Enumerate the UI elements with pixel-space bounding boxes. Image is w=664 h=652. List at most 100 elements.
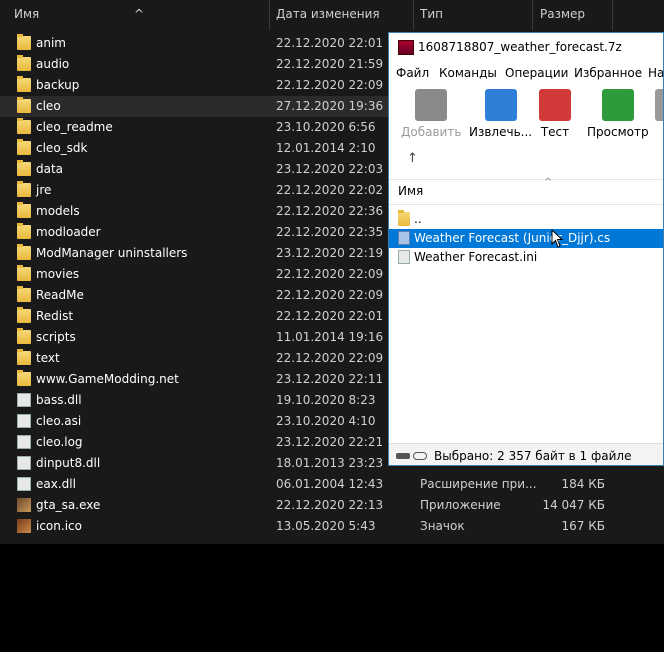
- menu-file[interactable]: Файл: [396, 66, 429, 80]
- file-date: 22.12.2020 22:35: [276, 225, 384, 239]
- file-size: 167 КБ: [561, 519, 605, 533]
- toolbar-button[interactable]: У: [655, 89, 663, 139]
- archive-column-header[interactable]: ^ Имя: [389, 177, 663, 205]
- folder-icon: [17, 139, 31, 155]
- list-item[interactable]: ..: [389, 210, 663, 229]
- menu-more[interactable]: На: [648, 66, 663, 80]
- column-separator[interactable]: [269, 0, 270, 30]
- file-name: cleo: [36, 99, 61, 113]
- title-bar[interactable]: 1608718807_weather_forecast.7z: [389, 33, 663, 61]
- file-date: 06.01.2004 12:43: [276, 477, 384, 491]
- file-name: backup: [36, 78, 80, 92]
- column-separator[interactable]: [532, 0, 533, 30]
- toolbar-button[interactable]: Извлечь...: [469, 89, 532, 139]
- list-item[interactable]: Weather Forecast.ini: [389, 248, 663, 267]
- folder-icon: [17, 118, 31, 134]
- drive-icon: [396, 453, 410, 459]
- file-name: Redist: [36, 309, 74, 323]
- file-name: audio: [36, 57, 70, 71]
- file-name: www.GameModding.net: [36, 372, 179, 386]
- file-date: 22.12.2020 22:09: [276, 78, 384, 92]
- file-type: Расширение при...: [420, 477, 537, 491]
- item-name: Weather Forecast.ini: [414, 250, 538, 264]
- folder-icon: [17, 97, 31, 113]
- archive-column-name[interactable]: Имя: [398, 184, 423, 198]
- toolbar-label: У: [655, 125, 663, 139]
- toolbar-button[interactable]: Просмотр: [587, 89, 649, 139]
- file-name: gta_sa.exe: [36, 498, 101, 512]
- file-date: 23.10.2020 4:10: [276, 414, 376, 428]
- toolbar-button[interactable]: Тест: [539, 89, 571, 139]
- folder-icon: [17, 160, 31, 176]
- folder-icon: [17, 265, 31, 281]
- file-date: 22.12.2020 22:13: [276, 498, 384, 512]
- file-date: 23.12.2020 22:19: [276, 246, 384, 260]
- file-size: 184 КБ: [561, 477, 605, 491]
- folder-icon: [17, 307, 31, 323]
- file-date: 22.12.2020 22:01: [276, 309, 384, 323]
- file-date: 22.12.2020 22:02: [276, 183, 384, 197]
- file-name: bass.dll: [36, 393, 82, 407]
- up-arrow-icon[interactable]: ↑: [407, 151, 418, 166]
- file-name: anim: [36, 36, 66, 50]
- file-date: 23.10.2020 6:56: [276, 120, 376, 134]
- list-item[interactable]: Weather Forecast (Junior_Djjr).cs: [389, 229, 663, 248]
- ico-file-icon: [17, 519, 31, 533]
- table-row[interactable]: eax.dll 06.01.2004 12:43 Расширение при...…: [0, 474, 664, 495]
- column-date[interactable]: Дата изменения: [276, 7, 380, 21]
- item-name: ..: [414, 212, 422, 226]
- file-name: eax.dll: [36, 477, 76, 491]
- file-name: cleo_sdk: [36, 141, 88, 155]
- menu-favorites[interactable]: Избранное: [574, 66, 642, 80]
- column-separator[interactable]: [612, 0, 613, 30]
- folder-icon: [17, 34, 31, 50]
- extract-icon: [484, 89, 517, 121]
- folder-icon: [17, 76, 31, 92]
- sort-caret-icon: ^: [544, 177, 553, 188]
- folder-icon: [17, 286, 31, 302]
- file-type: Приложение: [420, 498, 501, 512]
- file-date: 11.01.2014 19:16: [276, 330, 384, 344]
- folder-icon: [17, 349, 31, 365]
- file-name: icon.ico: [36, 519, 82, 533]
- item-name: Weather Forecast (Junior_Djjr).cs: [414, 231, 611, 245]
- table-row[interactable]: gta_sa.exe 22.12.2020 22:13 Приложение 14 0…: [0, 495, 664, 516]
- file-name: cleo.asi: [36, 414, 82, 428]
- archive-window[interactable]: 1608718807_weather_forecast.7z Файл Кома…: [388, 32, 664, 466]
- menu-operations[interactable]: Операции: [505, 66, 568, 80]
- delete-icon: [655, 89, 663, 121]
- folder-icon: [17, 244, 31, 260]
- file-date: 22.12.2020 22:09: [276, 267, 384, 281]
- menu-commands[interactable]: Команды: [439, 66, 497, 80]
- file-date: 12.01.2014 2:10: [276, 141, 376, 155]
- column-separator[interactable]: [413, 0, 414, 30]
- file-date: 23.12.2020 22:21: [276, 435, 384, 449]
- column-header: ^ Имя Дата изменения Тип Размер: [0, 0, 664, 30]
- file-name: scripts: [36, 330, 76, 344]
- asi-file-icon: [17, 414, 31, 428]
- toolbar: Добавить Извлечь... Тест Просмотр У: [389, 87, 663, 145]
- file-name: data: [36, 162, 64, 176]
- file-name: models: [36, 204, 80, 218]
- column-size[interactable]: Размер: [540, 7, 585, 21]
- window-title: 1608718807_weather_forecast.7z: [418, 40, 622, 54]
- menu-bar: Файл Команды Операции Избранное На: [389, 64, 663, 84]
- exe-file-icon: [17, 498, 31, 512]
- file-date: 23.12.2020 22:11: [276, 372, 384, 386]
- column-name[interactable]: Имя: [14, 7, 39, 21]
- table-row[interactable]: icon.ico 13.05.2020 5:43 Значок 167 КБ: [0, 516, 664, 537]
- file-name: jre: [36, 183, 52, 197]
- toolbar-button[interactable]: Добавить: [401, 89, 461, 139]
- file-date: 19.10.2020 8:23: [276, 393, 376, 407]
- file-name: cleo_readme: [36, 120, 113, 134]
- toolbar-label: Тест: [540, 125, 570, 139]
- sort-arrow-icon: ^: [134, 7, 145, 21]
- file-date: 22.12.2020 22:09: [276, 288, 384, 302]
- column-type[interactable]: Тип: [420, 7, 443, 21]
- file-date: 27.12.2020 19:36: [276, 99, 384, 113]
- file-date: 22.12.2020 22:01: [276, 36, 384, 50]
- ini-file-icon: [398, 250, 410, 264]
- file-type: Значок: [420, 519, 465, 533]
- file-name: modloader: [36, 225, 101, 239]
- cs-file-icon: [398, 231, 410, 245]
